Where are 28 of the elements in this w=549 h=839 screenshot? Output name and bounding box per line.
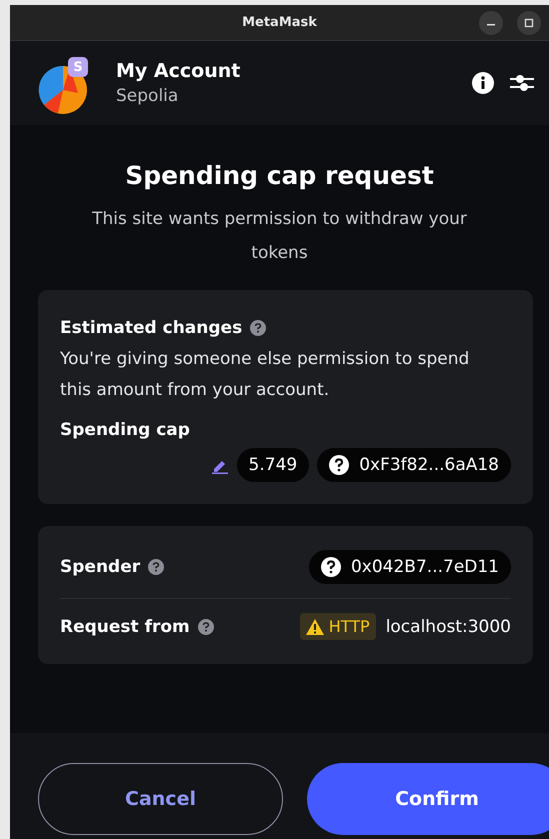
maximize-button[interactable] [517, 11, 541, 35]
minimize-button[interactable] [479, 11, 503, 35]
token-address-pill[interactable]: 0xF3f82...6aA18 [317, 448, 511, 482]
page-title: Spending cap request [124, 161, 435, 190]
amount-pill: 5.749 [236, 448, 310, 482]
help-icon[interactable] [148, 559, 164, 575]
section-heading: Estimated changes [60, 318, 242, 338]
page-subtitle: This site wants permission to withdraw your tokens [91, 208, 468, 265]
window-title: MetaMask [242, 15, 317, 30]
warning-icon [306, 618, 324, 634]
info-icon[interactable] [471, 71, 495, 95]
help-icon[interactable] [250, 320, 266, 336]
maximize-icon [524, 18, 534, 28]
help-icon[interactable] [198, 618, 214, 634]
network-name: Sepolia [116, 86, 180, 106]
unknown-address-icon [320, 557, 341, 577]
confirm-button[interactable]: Confirm [307, 763, 549, 835]
origin-url: localhost:3000 [386, 616, 511, 636]
cancel-button[interactable]: Cancel [38, 763, 283, 835]
detail-label: Request from [60, 616, 190, 636]
description-text: You're giving someone else permission to spend this amount from your account. [60, 348, 470, 402]
http-warning-badge: HTTP [300, 613, 376, 640]
detail-label: Spender [60, 557, 140, 577]
network-badge: S [68, 57, 88, 77]
unknown-token-icon [329, 455, 350, 475]
spending-cap-label: Spending cap [60, 420, 191, 440]
spender-address-pill[interactable]: 0x042B7...7eD11 [308, 550, 511, 584]
account-name: My Account [116, 60, 242, 82]
